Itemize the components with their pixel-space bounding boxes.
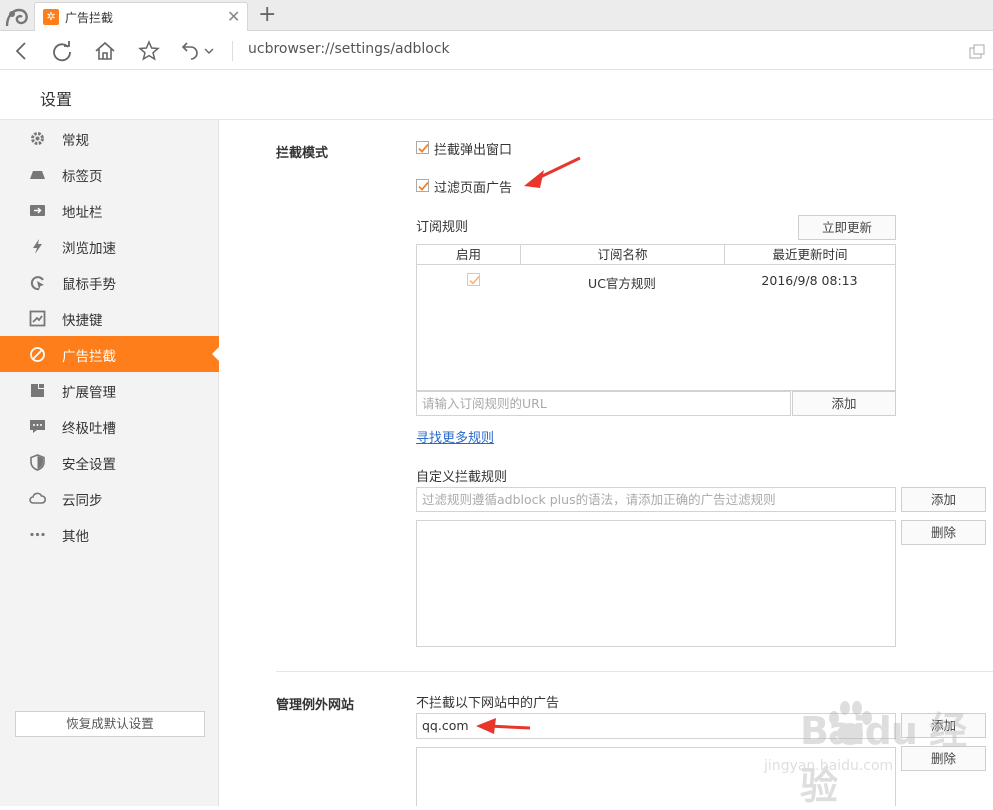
home-icon[interactable]: [93, 39, 117, 63]
sidebar-item-label: 常规: [62, 133, 89, 149]
watermark-text: Baidu 经验: [800, 709, 967, 808]
sidebar-item-label: 其他: [62, 529, 89, 545]
popup-block-label: 拦截弹出窗口: [434, 143, 513, 158]
address-bar-url[interactable]: ucbrowser://settings/adblock: [248, 41, 450, 57]
tab-adblock[interactable]: ✲ 广告拦截 ✕: [34, 2, 248, 31]
tab-title: 广告拦截: [65, 11, 114, 25]
sidebar-item-cloud-sync[interactable]: 云同步: [0, 480, 219, 516]
delete-custom-rule-button[interactable]: 删除: [901, 520, 986, 545]
settings-sidebar: 常规 标签页 地址栏 浏览加速 鼠标手势 快捷键 广告拦截 扩展管理 终极吐槽 …: [0, 120, 219, 806]
section-divider: [276, 671, 993, 672]
gear-icon: [31, 132, 44, 145]
find-more-rules-link[interactable]: 寻找更多规则: [416, 427, 494, 446]
sidebar-item-label: 标签页: [62, 169, 103, 185]
popup-block-checkbox[interactable]: [416, 141, 429, 154]
sidebar-item-feedback[interactable]: 终极吐槽: [0, 408, 219, 444]
uc-logo-icon[interactable]: [3, 2, 31, 30]
refresh-icon[interactable]: [50, 39, 74, 63]
checkmark-icon: [418, 143, 429, 153]
sidebar-item-label: 快捷键: [62, 313, 103, 329]
exception-sites-label: 管理例外网站: [276, 698, 355, 713]
mouse-gesture-icon: [30, 276, 44, 291]
url-divider: [232, 41, 233, 61]
sidebar-item-label: 安全设置: [62, 457, 116, 473]
more-icon: [30, 532, 45, 537]
settings-header: 设置: [0, 70, 993, 120]
sidebar-item-address-bar[interactable]: 地址栏: [0, 192, 219, 228]
comment-icon: [30, 420, 45, 433]
lightning-icon: [33, 239, 42, 254]
back-arrow-icon[interactable]: [10, 39, 34, 63]
tab-icon: [30, 171, 45, 179]
subscription-name: UC官方规则: [588, 276, 656, 291]
watermark-url: jingyan.baidu.com: [764, 758, 894, 774]
page-info-icon[interactable]: [969, 44, 985, 60]
shortcut-icon: [29, 310, 46, 327]
block-mode-label: 拦截模式: [276, 146, 329, 161]
block-icon: [30, 347, 45, 362]
subscription-enabled-checkbox[interactable]: [467, 273, 480, 286]
subscription-url-input[interactable]: 请输入订阅规则的URL: [416, 391, 791, 416]
update-now-button[interactable]: 立即更新: [798, 215, 896, 240]
sidebar-item-mouse-gesture[interactable]: 鼠标手势: [0, 264, 219, 300]
sidebar-item-label: 地址栏: [62, 205, 103, 221]
sidebar-item-tabs[interactable]: 标签页: [0, 156, 219, 192]
baidu-jingyan-watermark: Baidu 经验 jingyan.baidu.com: [758, 692, 984, 808]
sidebar-item-speed[interactable]: 浏览加速: [0, 228, 219, 264]
sidebar-item-adblock[interactable]: 广告拦截: [0, 336, 219, 372]
sidebar-item-label: 浏览加速: [62, 241, 116, 257]
add-subscription-button[interactable]: 添加: [792, 391, 896, 416]
sidebar-item-extensions[interactable]: 扩展管理: [0, 372, 219, 408]
star-bookmark-icon[interactable]: [137, 39, 161, 63]
restore-defaults-button[interactable]: 恢复成默认设置: [15, 711, 205, 737]
address-bar-icon: [30, 205, 45, 216]
column-header-name: 订阅名称: [520, 245, 724, 265]
custom-rules-list[interactable]: [416, 520, 896, 647]
subscription-updated-time: 2016/9/8 08:13: [761, 273, 858, 288]
sidebar-item-security[interactable]: 安全设置: [0, 444, 219, 480]
column-header-enabled: 启用: [417, 245, 520, 265]
active-indicator: [212, 347, 219, 361]
custom-rule-input[interactable]: 过滤规则遵循adblock plus的语法，请添加正确的广告过滤规则: [416, 487, 896, 512]
red-arrow-annotation: [524, 156, 581, 188]
column-header-updated: 最近更新时间: [724, 245, 895, 265]
sidebar-item-label: 广告拦截: [62, 349, 116, 365]
page-ad-filter-checkbox[interactable]: [416, 179, 429, 192]
extension-icon: [31, 384, 44, 397]
sidebar-item-label: 扩展管理: [62, 385, 116, 401]
sidebar-item-general[interactable]: 常规: [0, 120, 219, 156]
chevron-down-icon[interactable]: [203, 39, 215, 63]
sidebar-item-shortcuts[interactable]: 快捷键: [0, 300, 219, 336]
custom-rules-label: 自定义拦截规则: [416, 470, 508, 485]
settings-gear-icon: ✲: [43, 9, 59, 25]
red-arrow-annotation: [476, 718, 531, 734]
undo-icon[interactable]: [178, 39, 202, 63]
page-title: 设置: [40, 90, 73, 109]
new-tab-plus-icon[interactable]: +: [258, 2, 276, 27]
checkmark-icon: [469, 275, 480, 285]
sidebar-item-label: 云同步: [62, 493, 103, 509]
subscription-rules-label: 订阅规则: [416, 220, 469, 235]
add-custom-rule-button[interactable]: 添加: [901, 487, 986, 512]
sidebar-item-label: 终极吐槽: [62, 421, 116, 437]
sidebar-item-other[interactable]: 其他: [0, 516, 219, 552]
subscription-table: 启用 订阅名称 最近更新时间 UC官方规则 2016/9/8 08:13: [416, 244, 896, 391]
exception-description: 不拦截以下网站中的广告: [416, 696, 560, 711]
shield-icon: [30, 454, 45, 471]
page-ad-filter-label: 过滤页面广告: [434, 181, 513, 196]
sidebar-item-label: 鼠标手势: [62, 277, 116, 293]
checkmark-icon: [418, 181, 429, 191]
cloud-icon: [29, 492, 46, 504]
close-icon[interactable]: ✕: [227, 7, 240, 26]
tab-strip: ✲ 广告拦截 ✕ +: [0, 0, 993, 31]
address-toolbar: ucbrowser://settings/adblock: [0, 31, 993, 70]
